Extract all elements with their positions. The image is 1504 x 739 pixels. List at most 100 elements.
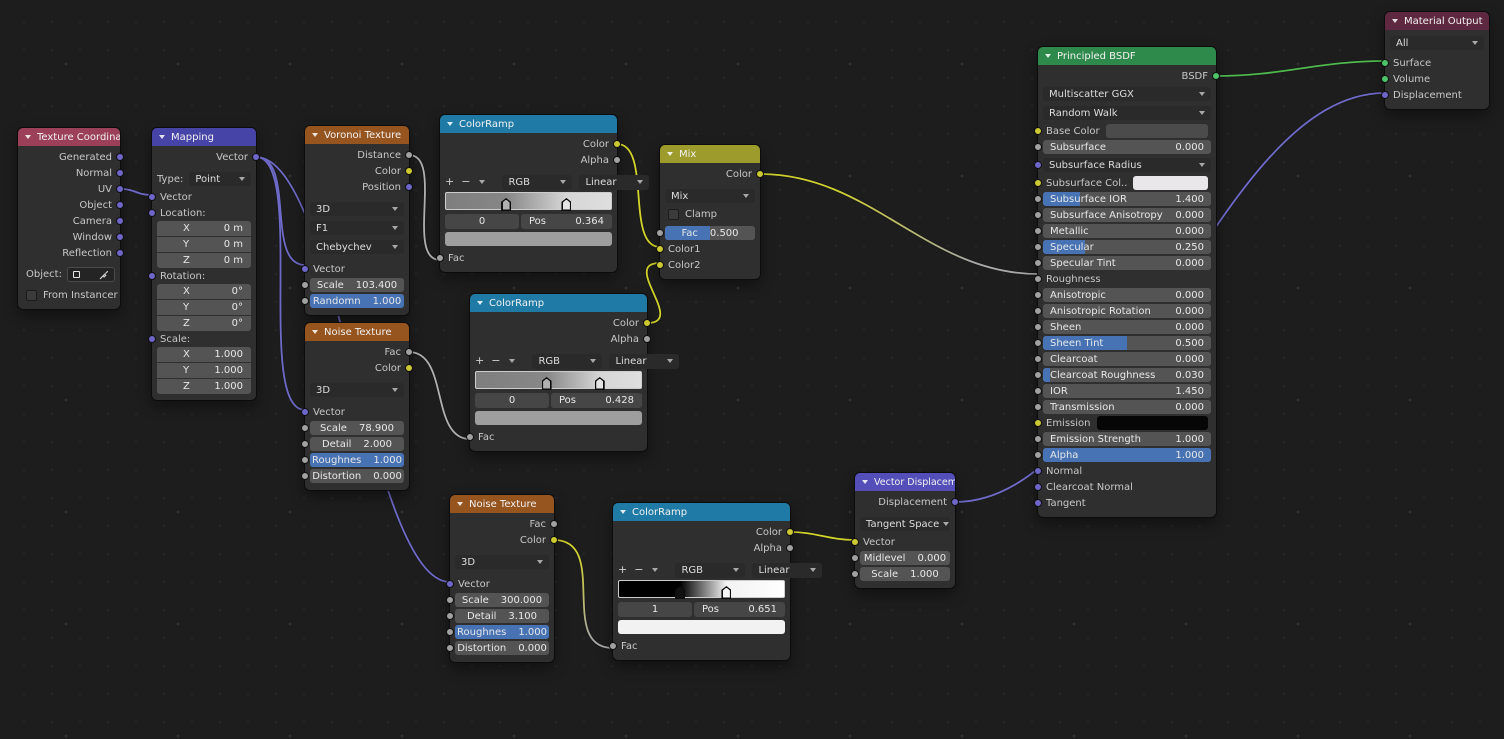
socket-sheen-tint-input[interactable] [1034, 339, 1042, 347]
clearcoat-slider[interactable]: Clearcoat0.000 [1043, 352, 1211, 366]
socket-camera-output[interactable] [116, 217, 124, 225]
socket-scale-input[interactable] [446, 596, 454, 604]
chevron-down-icon[interactable] [477, 301, 483, 305]
socket-specular-tint-input[interactable] [1034, 259, 1042, 267]
stop-position-field[interactable]: Pos0.651 [694, 602, 785, 617]
socket-normal-input[interactable] [1034, 467, 1042, 475]
socket-vector-output[interactable] [252, 153, 260, 161]
socket-color-output[interactable] [786, 528, 794, 536]
socket-distance-output[interactable] [405, 151, 413, 159]
gradient-stop-handle[interactable] [542, 377, 552, 390]
chevron-down-icon[interactable] [1045, 54, 1051, 58]
location-x-field[interactable]: X0 m [157, 221, 251, 236]
socket-scale-input[interactable] [301, 281, 309, 289]
colorramp-menu-icon[interactable] [509, 359, 515, 363]
node-colorramp-1[interactable]: ColorRamp Color Alpha + − RGB Linear 0 P… [440, 115, 617, 272]
socket-generated-output[interactable] [116, 153, 124, 161]
chevron-down-icon[interactable] [862, 480, 868, 484]
socket-color-output[interactable] [550, 536, 558, 544]
socket-fac-input[interactable] [656, 229, 664, 237]
eyedropper-icon[interactable] [99, 270, 109, 280]
gradient-stop-handle[interactable] [595, 377, 605, 390]
chevron-down-icon[interactable] [457, 502, 463, 506]
socket-emission-input[interactable] [1034, 419, 1042, 427]
node-vector-displacement[interactable]: Vector Displacement Displacement Tangent… [855, 473, 955, 588]
wire-uv-to-mapping[interactable] [120, 189, 152, 195]
gradient-stop-handle[interactable] [721, 586, 731, 599]
noise-detail-slider[interactable]: Detail3.100 [455, 609, 549, 623]
socket-roughness-input[interactable] [1034, 275, 1042, 283]
wire-noise2-color-to-colorramp3[interactable] [554, 540, 613, 648]
stop-position-field[interactable]: Pos0.364 [521, 214, 612, 229]
noise-roughness-slider[interactable]: Roughnes1.000 [455, 625, 549, 639]
noise-distortion-slider[interactable]: Distortion0.000 [455, 641, 549, 655]
socket-alpha-input[interactable] [1034, 451, 1042, 459]
socket-sheen-input[interactable] [1034, 323, 1042, 331]
socket-clearcoat-input[interactable] [1034, 355, 1042, 363]
socket-roughness-input[interactable] [301, 456, 309, 464]
socket-roughness-input[interactable] [446, 628, 454, 636]
node-mapping[interactable]: Mapping Vector Type: Point Vector Locati… [152, 128, 256, 400]
socket-normal-output[interactable] [116, 169, 124, 177]
socket-emission-strength-input[interactable] [1034, 435, 1042, 443]
socket-base-color-input[interactable] [1034, 127, 1042, 135]
node-header-material-output[interactable]: Material Output [1385, 12, 1489, 30]
transmission-slider[interactable]: Transmission0.000 [1043, 400, 1211, 414]
subsurface-radius-dropdown[interactable]: Subsurface Radius [1043, 158, 1211, 172]
scale-y-field[interactable]: Y1.000 [157, 363, 251, 378]
interpolation-dropdown[interactable]: Linear [609, 354, 679, 369]
gradient-bar[interactable] [618, 580, 785, 598]
stop-color-swatch[interactable] [618, 620, 785, 634]
socket-color-output[interactable] [405, 364, 413, 372]
node-material-output[interactable]: Material Output All Surface Volume Displ… [1385, 12, 1489, 109]
color-mode-dropdown[interactable]: RGB [675, 563, 745, 578]
node-colorramp-3[interactable]: ColorRamp Color Alpha + − RGB Linear 1 P… [613, 503, 790, 660]
socket-color2-input[interactable] [656, 261, 664, 269]
socket-alpha-output[interactable] [613, 156, 621, 164]
clamp-checkbox[interactable] [668, 209, 679, 220]
socket-volume-input[interactable] [1381, 75, 1389, 83]
emission-strength-slider[interactable]: Emission Strength1.000 [1043, 432, 1211, 446]
socket-anisotropic-rotation-input[interactable] [1034, 307, 1042, 315]
subsurface-color-swatch[interactable] [1133, 176, 1208, 190]
socket-bsdf-output[interactable] [1212, 72, 1220, 80]
socket-ior-input[interactable] [1034, 387, 1042, 395]
noise-roughness-slider[interactable]: Roughnes1.000 [310, 453, 404, 467]
location-z-field[interactable]: Z0 m [157, 253, 251, 268]
socket-distortion-input[interactable] [446, 644, 454, 652]
socket-clearcoat-roughness-input[interactable] [1034, 371, 1042, 379]
socket-color-output[interactable] [613, 140, 621, 148]
specular-slider[interactable]: Specular0.250 [1043, 240, 1211, 254]
midlevel-slider[interactable]: Midlevel0.000 [860, 551, 950, 565]
stop-color-swatch[interactable] [475, 411, 642, 425]
chevron-down-icon[interactable] [447, 122, 453, 126]
stop-position-field[interactable]: Pos0.428 [551, 393, 642, 408]
subsurface-anisotropy-slider[interactable]: Subsurface Anisotropy0.000 [1043, 208, 1211, 222]
socket-tangent-input[interactable] [1034, 499, 1042, 507]
alpha-slider[interactable]: Alpha1.000 [1043, 448, 1211, 462]
socket-detail-input[interactable] [301, 440, 309, 448]
noise-detail-slider[interactable]: Detail2.000 [310, 437, 404, 451]
noise-dimensions-dropdown[interactable]: 3D [310, 383, 404, 397]
socket-color-output[interactable] [643, 319, 651, 327]
socket-distortion-input[interactable] [301, 472, 309, 480]
socket-subsurface-input[interactable] [1034, 143, 1042, 151]
node-header-texture-coordinate[interactable]: Texture Coordinate [18, 128, 120, 146]
socket-fac-input[interactable] [609, 642, 617, 650]
base-color-swatch[interactable] [1106, 124, 1208, 138]
metallic-slider[interactable]: Metallic0.000 [1043, 224, 1211, 238]
socket-displacement-output[interactable] [951, 498, 959, 506]
socket-subsurface-color-input[interactable] [1034, 179, 1042, 187]
chevron-down-icon[interactable] [620, 510, 626, 514]
scale-slider[interactable]: Scale1.000 [860, 567, 950, 581]
output-target-dropdown[interactable]: All [1390, 36, 1484, 50]
socket-window-output[interactable] [116, 233, 124, 241]
rotation-x-field[interactable]: X0° [157, 284, 251, 299]
stop-color-swatch[interactable] [445, 232, 612, 246]
colorramp-menu-icon[interactable] [652, 568, 658, 572]
voronoi-metric-dropdown[interactable]: Chebychev [310, 240, 404, 254]
add-stop-button[interactable]: + [618, 564, 627, 576]
socket-vector-input[interactable] [301, 408, 309, 416]
interpolation-dropdown[interactable]: Linear [752, 563, 822, 578]
anisotropic-rotation-slider[interactable]: Anisotropic Rotation0.000 [1043, 304, 1211, 318]
